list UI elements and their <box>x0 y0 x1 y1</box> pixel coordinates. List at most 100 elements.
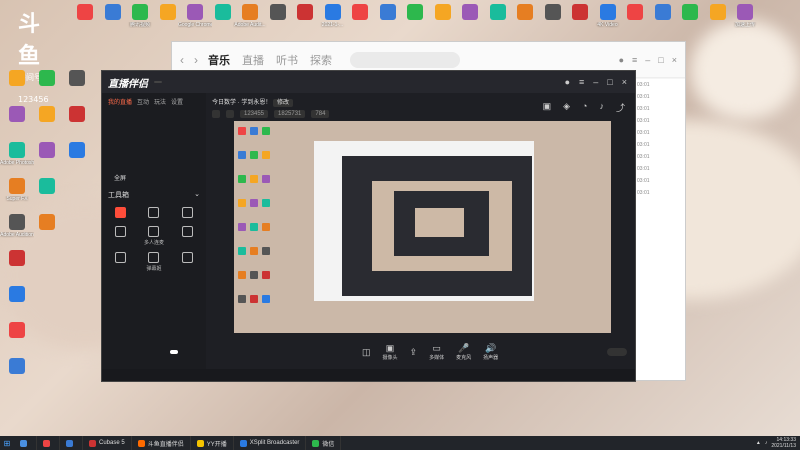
avatar[interactable]: ● <box>565 77 570 87</box>
control-button[interactable]: ▭ 多媒体 <box>429 343 444 361</box>
desktop-icon[interactable] <box>30 214 64 232</box>
desktop-icon[interactable] <box>60 106 94 124</box>
minimize-icon[interactable]: – <box>593 77 598 87</box>
user-icon[interactable]: ◔ <box>582 101 587 114</box>
app-icon <box>9 214 25 230</box>
stream-assistant-window[interactable]: 直播伴侣 ● ≡ – □ × 我的直播 互动 玩法 设置 全屏 工具箱 ⌄ 多人… <box>101 70 636 382</box>
forward-arrow-icon[interactable]: › <box>194 53 198 67</box>
app-icon <box>572 4 588 20</box>
toolbox-grid: 多人连麦 弹幕姬 <box>102 205 206 272</box>
minimize-icon[interactable]: – <box>645 55 650 65</box>
tab-settings[interactable]: 设置 <box>171 97 183 106</box>
maximize-icon[interactable]: □ <box>658 55 663 65</box>
desktop-icon[interactable] <box>0 70 34 88</box>
gift-icon[interactable]: ◈ <box>563 101 570 114</box>
taskbar-item[interactable]: XSplit Broadcaster <box>234 436 307 450</box>
taskbar-item[interactable] <box>37 436 60 450</box>
desktop-icon[interactable] <box>30 106 64 124</box>
music-track-list: 03:01 03:01 03:01 03:01 03:01 03:01 03:01 03:01… <box>633 79 685 380</box>
tool-button[interactable]: 多人连麦 <box>137 224 170 246</box>
preview-nested-window <box>372 181 512 271</box>
preview-icon <box>238 223 246 231</box>
desktop-icon[interactable]: Adobe Photoshop... <box>0 142 34 166</box>
tool-icon <box>115 207 127 218</box>
edit-title-button[interactable]: 修改 <box>273 99 294 107</box>
desktop-icon[interactable]: 加速上传 <box>728 4 762 28</box>
desktop-icon[interactable] <box>0 358 34 376</box>
share-icon[interactable]: ⤴ <box>616 101 625 114</box>
taskbar-item[interactable]: YY开播 <box>191 436 234 450</box>
desktop-icon[interactable] <box>30 142 64 160</box>
tool-button[interactable] <box>104 205 137 220</box>
control-button[interactable]: 🔊 扬声器 <box>483 343 498 361</box>
system-tray: ▲ ♪ 14:13:33 2021/11/13 <box>756 437 800 449</box>
info-pill: 784 <box>311 110 330 118</box>
control-button[interactable]: 🎤 麦克风 <box>456 343 471 361</box>
screen-icon[interactable]: ▣ <box>543 101 552 114</box>
bell-icon[interactable]: ♪ <box>599 101 604 114</box>
desktop-icon[interactable] <box>0 286 34 304</box>
taskbar-item-label: Cubase 5 <box>99 440 125 446</box>
start-icon[interactable]: ⊞ <box>0 439 14 448</box>
tool-button[interactable] <box>171 224 204 246</box>
stream-app-brand: 直播伴侣 <box>108 78 148 90</box>
tab-explore[interactable]: 探索 <box>310 52 332 68</box>
sidebar-tabs: 我的直播 互动 玩法 设置 <box>102 93 206 110</box>
preview-icon <box>238 127 246 135</box>
tab-interact[interactable]: 互动 <box>137 97 149 106</box>
back-arrow-icon[interactable]: ‹ <box>180 53 184 67</box>
collapse-icon[interactable]: ⌄ <box>194 190 200 200</box>
avatar[interactable]: ● <box>619 55 624 65</box>
desktop-icon[interactable] <box>0 322 34 340</box>
scene-item[interactable]: 全屏 <box>102 170 206 185</box>
taskbar-item[interactable]: 斗鱼直播伴侣 <box>132 436 191 450</box>
desktop-icon[interactable] <box>30 70 64 88</box>
app-icon <box>9 70 25 86</box>
taskbar-item[interactable]: Cubase 5 <box>83 436 132 450</box>
taskbar-item-label: 斗鱼直播伴侣 <box>147 441 184 448</box>
tool-button[interactable] <box>104 224 137 246</box>
control-button[interactable]: ⇪ <box>410 347 418 358</box>
status-bar <box>102 369 635 381</box>
tool-button[interactable] <box>104 250 137 272</box>
preview-icon <box>238 199 246 207</box>
tool-button[interactable] <box>171 205 204 220</box>
desktop-icon[interactable] <box>30 178 64 196</box>
desktop-icon-label: Super FX <box>6 196 28 202</box>
tab-audiobook[interactable]: 听书 <box>276 52 298 68</box>
clock[interactable]: 14:13:33 2021/11/13 <box>771 437 796 449</box>
tab-my-live[interactable]: 我的直播 <box>108 97 132 106</box>
info-stats: 123455 1825731 784 <box>212 110 330 118</box>
desktop-icon[interactable] <box>60 142 94 160</box>
desktop-icon[interactable]: Adobe Audition <box>0 214 34 238</box>
start-live-button[interactable] <box>607 348 627 356</box>
desktop-icon[interactable]: Super FX <box>0 178 34 202</box>
app-icon <box>77 4 93 20</box>
control-button[interactable]: ◫ <box>362 347 371 358</box>
close-icon[interactable]: × <box>672 55 677 65</box>
tab-play[interactable]: 玩法 <box>154 97 166 106</box>
close-icon[interactable]: × <box>622 77 627 87</box>
tab-music[interactable]: 音乐 <box>208 52 230 68</box>
control-button[interactable]: ▣ 摄像头 <box>383 343 398 361</box>
volume-icon[interactable]: ♪ <box>765 440 768 446</box>
desktop-icon[interactable] <box>0 250 34 268</box>
stream-preview[interactable] <box>234 121 611 333</box>
desktop-icon-label: Google Chrome <box>178 22 212 28</box>
taskbar-item[interactable] <box>60 436 83 450</box>
desktop-icon[interactable] <box>60 70 94 88</box>
menu-icon[interactable]: ≡ <box>579 77 584 87</box>
tool-button[interactable] <box>171 250 204 272</box>
tab-live[interactable]: 直播 <box>242 52 264 68</box>
tool-button[interactable] <box>137 205 170 220</box>
taskbar-item[interactable] <box>14 436 37 450</box>
maximize-icon[interactable]: □ <box>607 77 612 87</box>
taskbar-item[interactable]: 微信 <box>306 436 342 450</box>
network-icon[interactable]: ▲ <box>756 440 761 446</box>
desktop-icon[interactable] <box>0 106 34 124</box>
tool-icon <box>181 252 193 263</box>
music-search-input[interactable] <box>350 51 460 68</box>
menu-icon[interactable]: ≡ <box>632 55 637 65</box>
preview-icon <box>250 127 258 135</box>
tool-button[interactable]: 弹幕姬 <box>137 250 170 272</box>
